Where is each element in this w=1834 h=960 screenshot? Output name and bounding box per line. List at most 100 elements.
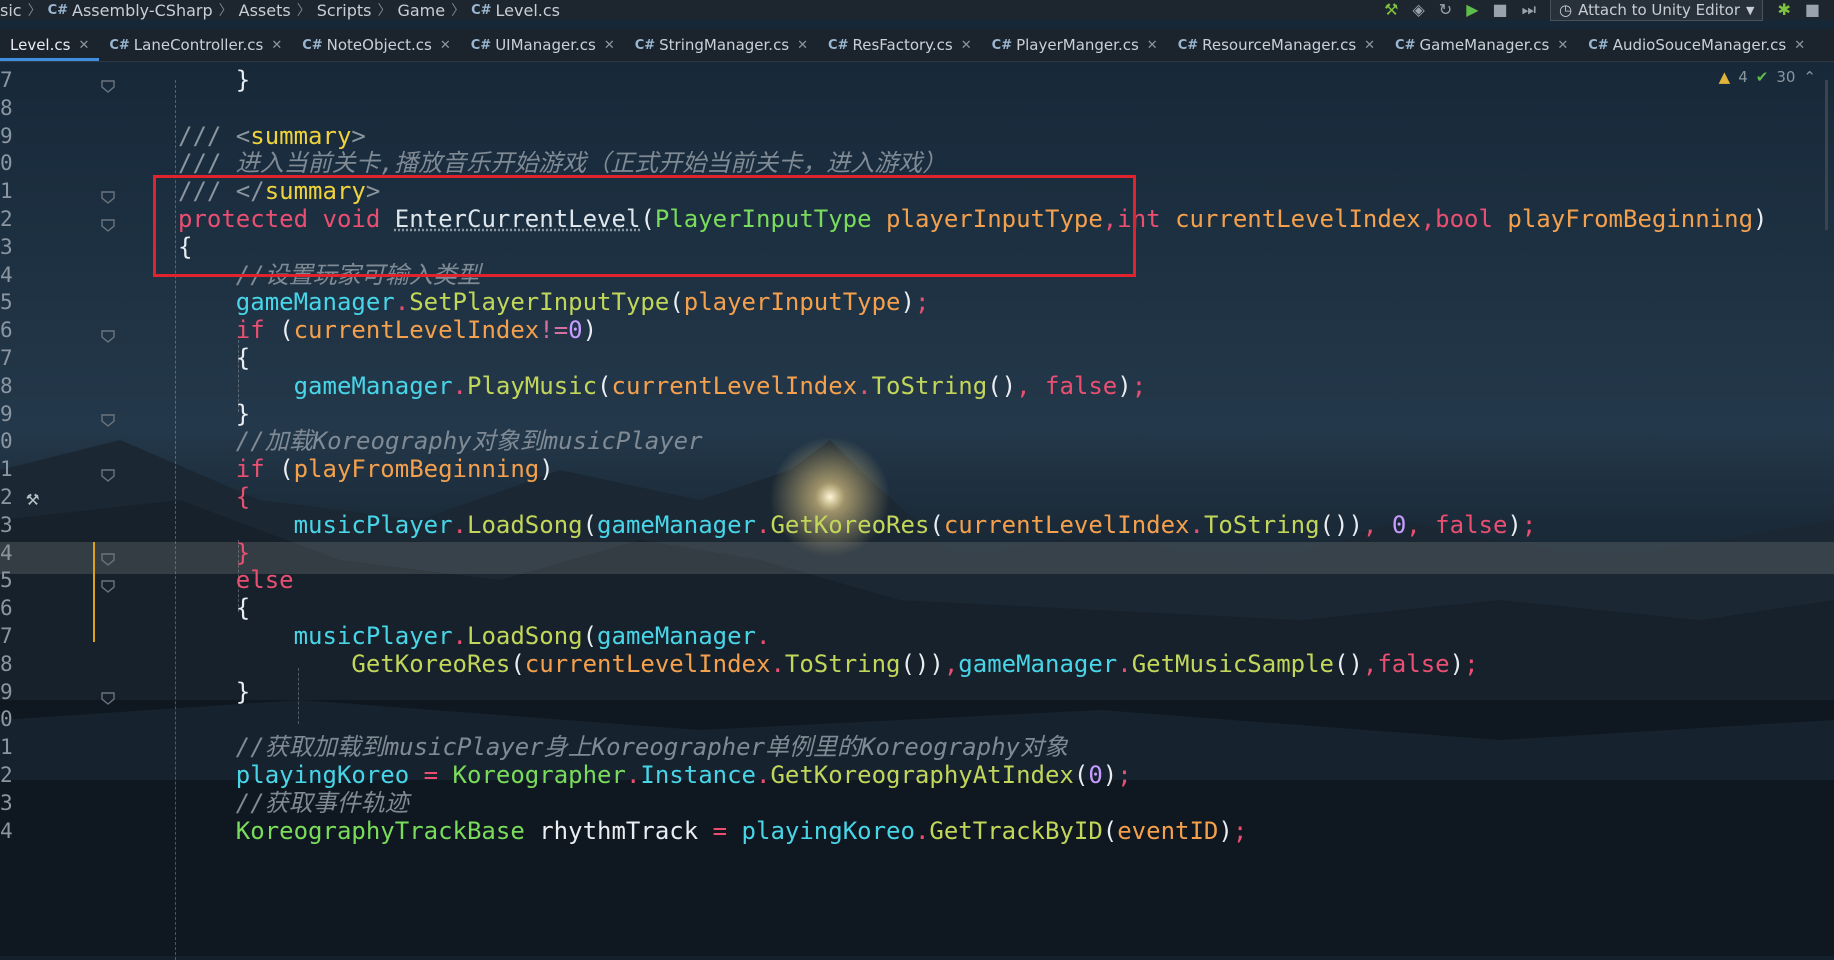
- breadcrumb-item-project[interactable]: C# Assembly-CSharp: [48, 1, 213, 20]
- close-icon[interactable]: ✕: [1794, 38, 1805, 53]
- close-icon[interactable]: ✕: [604, 38, 615, 53]
- code-token: ToString: [784, 649, 901, 678]
- code-token: musicPlayer: [293, 622, 453, 650]
- editor-tab[interactable]: C# PlayerManger.cs ✕: [982, 29, 1168, 61]
- code-token: .: [625, 761, 641, 789]
- warning-icon: ▲: [1718, 68, 1731, 86]
- code-token: }: [178, 66, 251, 94]
- code-token: {: [178, 594, 251, 623]
- line-number: 4: [0, 818, 13, 843]
- editor-tab[interactable]: C# UIManager.cs ✕: [461, 29, 625, 61]
- fold-marker-icon[interactable]: [99, 571, 117, 594]
- breadcrumb-item-solution[interactable]: sic: [0, 1, 22, 20]
- code-token: ///: [178, 121, 236, 150]
- chevron-up-icon[interactable]: ⌃: [1803, 68, 1816, 86]
- code-token: if: [235, 455, 265, 484]
- fold-marker-icon[interactable]: [99, 460, 117, 483]
- code-token: .: [756, 622, 771, 650]
- code-token: GetKoreoRes: [351, 649, 511, 678]
- fold-marker-icon[interactable]: [99, 210, 117, 232]
- tab-label: Level.cs: [10, 36, 71, 54]
- fold-marker-icon[interactable]: [99, 405, 117, 427]
- code-token: GetKoreographyAtIndex: [770, 761, 1074, 789]
- close-icon[interactable]: ✕: [797, 38, 808, 53]
- code-token: GetMusicSample: [1131, 649, 1334, 678]
- csharp-file-icon: C#: [109, 37, 130, 53]
- editor-tab[interactable]: C# AudioSouceManager.cs ✕: [1578, 29, 1815, 61]
- editor-tab[interactable]: C# StringManager.cs ✕: [625, 29, 818, 61]
- chevron-right-icon: 〉: [377, 3, 392, 19]
- warning-count: 4: [1738, 68, 1748, 86]
- code-editor[interactable]: 7 } 8 9/// <summary> 0/// 进入当前关卡,播放音乐开始游戏（正…: [0, 62, 1834, 960]
- build-hammer-icon[interactable]: ⚒: [1384, 0, 1398, 20]
- step-icon[interactable]: ⏭: [1522, 0, 1536, 20]
- tab-label: GameManager.cs: [1419, 36, 1550, 54]
- run-configuration-dropdown[interactable]: ◷ Attach to Unity Editor ▼: [1550, 0, 1764, 21]
- close-icon[interactable]: ✕: [271, 38, 282, 53]
- code-token: playFromBeginning: [1507, 205, 1754, 233]
- close-icon[interactable]: ✕: [1364, 38, 1375, 53]
- debug-bug-icon[interactable]: ✱: [1777, 0, 1790, 20]
- close-icon[interactable]: ✕: [78, 38, 89, 53]
- stop-icon[interactable]: ■: [1805, 0, 1820, 20]
- close-icon[interactable]: ✕: [440, 38, 451, 53]
- code-token: playFromBeginning: [293, 455, 540, 484]
- fold-marker-icon[interactable]: [99, 71, 117, 93]
- vcs-change-marker: [93, 542, 95, 642]
- chevron-right-icon: 〉: [451, 3, 466, 19]
- editor-tab[interactable]: C# LaneController.cs ✕: [99, 29, 292, 61]
- code-token: currentLevelIndex: [611, 371, 858, 400]
- code-token: =: [423, 761, 439, 789]
- vertical-scrollbar[interactable]: [1825, 80, 1828, 230]
- breadcrumb-item-game[interactable]: Game: [397, 1, 445, 20]
- fold-marker-icon[interactable]: [99, 683, 117, 705]
- run-configuration-label: Attach to Unity Editor: [1578, 1, 1740, 19]
- stop-icon[interactable]: ■: [1493, 0, 1508, 20]
- close-icon[interactable]: ✕: [1557, 38, 1568, 53]
- editor-tab[interactable]: C# ResFactory.cs ✕: [818, 29, 982, 61]
- fold-marker-icon[interactable]: [99, 182, 117, 205]
- breadcrumb-label: Assets: [238, 0, 291, 20]
- code-token: ;: [1117, 761, 1132, 789]
- code-token: ///: [178, 149, 236, 178]
- breadcrumb-label: Assembly-CSharp: [72, 0, 213, 20]
- code-token: LoadSong: [467, 622, 583, 650]
- code-token: ()): [1319, 510, 1363, 539]
- editor-tab[interactable]: Level.cs ✕: [0, 29, 100, 61]
- breadcrumb-item-scripts[interactable]: Scripts: [317, 1, 372, 20]
- code-line[interactable]: 4 KoreographyTrackBase rhythmTrack = pla…: [0, 815, 1834, 847]
- code-token: !=: [539, 316, 569, 345]
- editor-tab[interactable]: C# ResourceManager.cs ✕: [1168, 29, 1385, 61]
- tab-label: AudioSouceManager.cs: [1612, 36, 1787, 54]
- code-token: }: [235, 538, 251, 567]
- run-play-icon[interactable]: ▶: [1466, 0, 1478, 20]
- code-token: .: [770, 649, 785, 678]
- close-icon[interactable]: ✕: [961, 38, 972, 53]
- code-token: eventID: [1117, 816, 1219, 845]
- code-token: (: [264, 455, 294, 484]
- code-token: ()): [900, 649, 944, 678]
- code-token: 0: [1088, 761, 1103, 789]
- fold-marker-icon[interactable]: [99, 544, 117, 566]
- fold-marker-icon[interactable]: [99, 321, 117, 344]
- tab-label: ResFactory.cs: [852, 36, 953, 54]
- unity-icon[interactable]: ◈: [1412, 0, 1424, 20]
- inspection-widget[interactable]: ▲ 4 ✔ 30 ⌃: [1719, 68, 1816, 86]
- breadcrumb-item-file[interactable]: C# Level.cs: [471, 1, 560, 20]
- code-token: gameManager: [597, 510, 756, 539]
- code-token: (: [1102, 816, 1118, 845]
- code-token: else: [235, 566, 294, 595]
- breadcrumb-item-assets[interactable]: Assets: [239, 1, 291, 20]
- code-token: ,: [943, 649, 959, 678]
- code-token: musicPlayer: [293, 510, 453, 539]
- editor-tab[interactable]: C# GameManager.cs ✕: [1385, 29, 1578, 61]
- close-icon[interactable]: ✕: [1147, 38, 1158, 53]
- refresh-icon[interactable]: ↻: [1439, 0, 1452, 20]
- editor-tab[interactable]: C# NoteObject.cs ✕: [292, 29, 461, 61]
